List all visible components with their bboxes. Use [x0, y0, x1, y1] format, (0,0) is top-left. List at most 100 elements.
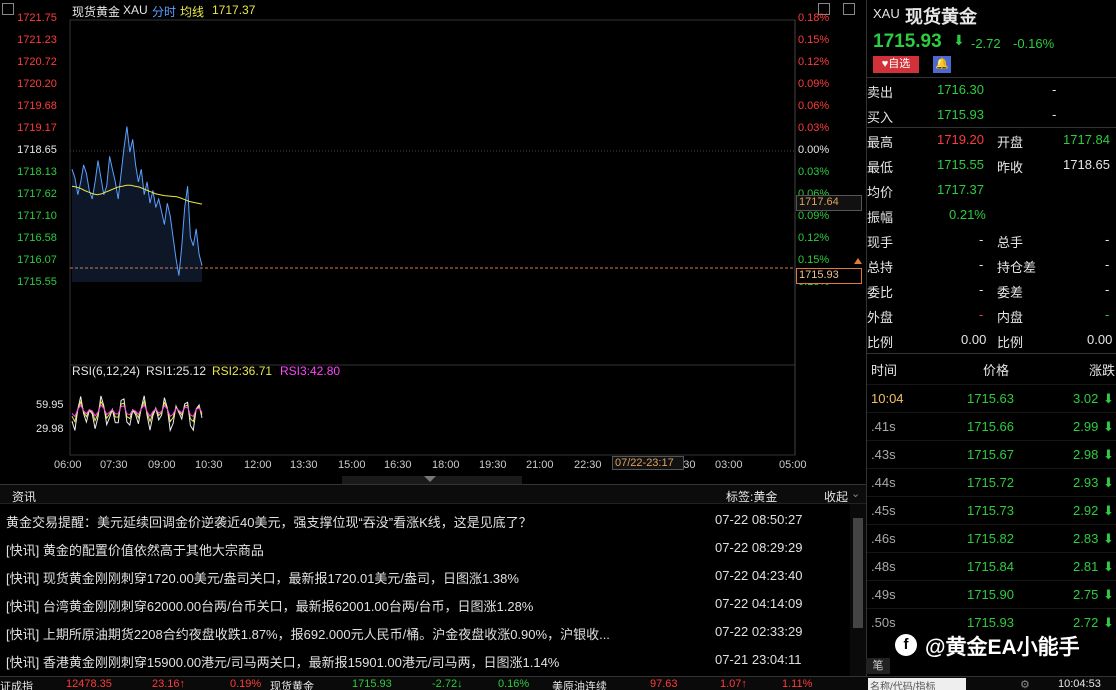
news-item[interactable]: [快讯] 台湾黄金刚刚刺穿62000.00台两/台币关口，最新报62001.00…	[0, 590, 850, 618]
chevron-down-icon[interactable]	[424, 476, 436, 482]
news-item[interactable]: [快讯] 上期所原油期货2208合约夜盘收跌1.87%，报692.000元人民币…	[0, 618, 850, 646]
quote-name: 现货黄金	[905, 7, 977, 27]
pen-button[interactable]: 笔	[866, 658, 890, 674]
settings-icon[interactable]: ⚙	[1020, 678, 1030, 690]
quote-code: XAU	[873, 6, 900, 21]
tick-price: 1715.90	[967, 587, 1014, 602]
alert-bell-icon[interactable]: 🔔	[933, 56, 951, 73]
pct-axis-label: 0.09%	[798, 210, 830, 222]
high-open-row: 最高 1719.20 开盘 1717.84	[867, 132, 1110, 150]
tick-change: 2.98	[1073, 447, 1099, 462]
news-tab[interactable]: 资讯	[12, 488, 36, 505]
news-item[interactable]: [快讯] 黄金的配置价值依然高于其他大宗商品 07-22 08:29:29	[0, 534, 850, 562]
news-scrollbar[interactable]	[850, 504, 866, 676]
tick-price: 1715.66	[967, 419, 1014, 434]
y-axis-label: 1718.65	[17, 144, 57, 156]
down-arrow-icon: ⬇	[1103, 447, 1114, 462]
x-axis-label: 13:30	[290, 459, 318, 471]
news-title: [快讯] 香港黄金刚刚刺穿15900.00港元/司马两关口，最新报15901.0…	[6, 655, 560, 670]
price-chart[interactable]	[0, 0, 866, 476]
x-axis-label: 18:00	[432, 459, 460, 471]
tick-time: .43s	[871, 447, 896, 462]
news-scroll-thumb[interactable]	[853, 518, 863, 628]
logo-icon: f	[895, 634, 917, 656]
rsi3-value: RSI3:42.80	[280, 364, 341, 378]
status-item3[interactable]: 美原油连续	[552, 678, 607, 690]
favorite-button[interactable]: ♥自选	[873, 56, 919, 73]
chart-area[interactable]: 现货黄金 XAU 分时 均线 1717.37 1721.75 1721.23 172…	[0, 0, 866, 484]
tick-change: 2.92	[1073, 503, 1099, 518]
low-prev-row: 最低 1715.55 昨收 1718.65	[867, 157, 1110, 175]
x-axis-label: 22:30	[574, 459, 602, 471]
tick-time: .49s	[871, 587, 896, 602]
news-item[interactable]: [快讯] 现货黄金刚刚刺穿1720.00美元/盎司关口，最新报1720.01美元…	[0, 562, 850, 590]
collapse-chevron-icon[interactable]: ⌄	[851, 487, 860, 500]
x-axis-label: 06:00	[54, 459, 82, 471]
news-time: 07-21 23:04:11	[715, 652, 802, 667]
x-axis-label: 15:00	[338, 459, 366, 471]
news-panel: 资讯 标签:黄金 收起 ⌄ 黄金交易提醒：美元延续回调金价逆袭近40美元，强支撑…	[0, 484, 866, 676]
news-time: 07-22 02:33:29	[715, 624, 803, 639]
news-title: [快讯] 现货黄金刚刚刺穿1720.00美元/盎司关口，最新报1720.01美元…	[6, 571, 519, 586]
tick-row: .44s 1715.72 2.93 ⬇	[867, 468, 1116, 496]
quote-price: 1715.93	[873, 31, 942, 52]
x-axis-label: 07:30	[100, 459, 128, 471]
outer-inner-row: 外盘 - 内盘 -	[867, 307, 1110, 325]
ticks-header: 时间 价格 涨跌	[871, 363, 1116, 378]
news-item[interactable]: [快讯] 香港黄金刚刚刺穿15900.00港元/司马两关口，最新报15901.0…	[0, 646, 850, 674]
y-axis-label: 1716.07	[17, 254, 57, 266]
news-time: 07-22 04:23:40	[715, 568, 803, 583]
quote-change-pct: -0.16%	[1013, 36, 1055, 51]
amp-row: 振幅 0.21%	[867, 207, 986, 225]
down-arrow-icon: ⬇	[1103, 559, 1114, 574]
x-axis-label: 16:30	[384, 459, 412, 471]
status-item2[interactable]: 现货黄金	[270, 678, 314, 690]
buy-row: 买入 1715.93 -	[867, 107, 1057, 125]
tick-time: .46s	[871, 531, 896, 546]
down-arrow-icon: ⬇	[1103, 391, 1114, 406]
news-title: [快讯] 上期所原油期货2208合约夜盘收跌1.87%，报692.000元人民币…	[6, 627, 610, 642]
news-tag[interactable]: 标签:黄金	[726, 488, 777, 505]
tick-row: .43s 1715.67 2.98 ⬇	[867, 440, 1116, 468]
ratio-row: 比例 0.00 比例 0.00	[867, 332, 1113, 350]
news-item[interactable]: 黄金交易提醒：美元延续回调金价逆袭近40美元，强支撑位现“吞没”看涨K线，这是见…	[0, 506, 850, 534]
tick-change: 2.75	[1073, 587, 1099, 602]
y-axis-label: 1716.58	[17, 232, 57, 244]
tick-price: 1715.72	[967, 475, 1014, 490]
news-time: 07-22 08:29:29	[715, 540, 803, 555]
tick-time: .48s	[871, 559, 896, 574]
collapse-button[interactable]: 收起	[824, 488, 848, 505]
news-time: 07-22 04:14:09	[715, 596, 803, 611]
y-axis-label: 1720.72	[17, 56, 57, 68]
rsi1-value: RSI1:25.12	[146, 364, 207, 378]
pct-axis-label: 0.00%	[798, 144, 830, 156]
tick-price: 1715.93	[967, 615, 1014, 630]
pct-axis-label: 0.12%	[798, 232, 830, 244]
news-title: [快讯] 台湾黄金刚刚刺穿62000.00台两/台币关口，最新报62001.00…	[6, 599, 534, 614]
rsi-tick-high: 59.95	[36, 399, 64, 411]
y-axis-label: 1718.13	[17, 166, 57, 178]
y-axis-label: 1721.23	[17, 34, 57, 46]
search-input[interactable]: 名称/代码/指标	[868, 678, 966, 690]
pct-axis-label: 0.03%	[798, 122, 830, 134]
tick-price: 1715.67	[967, 447, 1014, 462]
x-axis-label: 05:00	[779, 459, 807, 471]
status-item1[interactable]: 证成指	[0, 678, 33, 690]
cursor-date: 07/22-23:17	[612, 456, 684, 470]
rsi-title: RSI(6,12,24)	[72, 364, 141, 378]
hold-row: 总持 - 持仓差 -	[867, 257, 1110, 275]
down-arrow-icon: ⬇	[1103, 587, 1114, 602]
tick-change: 3.02	[1073, 391, 1099, 406]
x-axis-label: 03:00	[715, 459, 743, 471]
down-arrow-icon: ⬇	[1103, 503, 1114, 518]
tick-price: 1715.73	[967, 503, 1014, 518]
rsi2-value: RSI2:36.71	[212, 364, 273, 378]
status-bar: 证成指 12478.35 23.16↑ 0.19% 现货黄金 1715.93 -…	[0, 676, 1116, 690]
news-time: 07-22 08:50:27	[715, 512, 803, 527]
y-axis-label: 1715.55	[17, 276, 57, 288]
x-axis-label: 10:30	[195, 459, 223, 471]
x-axis-label: 12:00	[244, 459, 272, 471]
pct-axis-label: 0.03%	[798, 166, 830, 178]
down-arrow-icon: ⬇	[1103, 615, 1114, 630]
x-axis-label: 21:00	[526, 459, 554, 471]
